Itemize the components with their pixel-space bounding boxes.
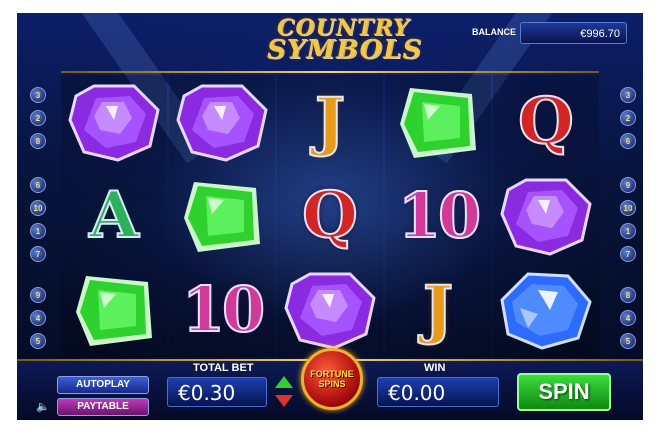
win-label: WIN xyxy=(424,362,446,374)
symbol-q: Q xyxy=(301,178,359,253)
payline-marker[interactable]: 5 xyxy=(620,333,636,349)
reel-cell: A xyxy=(61,169,167,263)
reels-area: A 10 J Q 10 J Q xyxy=(61,75,599,357)
payline-marker[interactable]: 3 xyxy=(620,87,636,103)
payline-marker[interactable]: 7 xyxy=(620,246,636,262)
symbol-j: J xyxy=(422,272,454,347)
payline-marker[interactable]: 6 xyxy=(620,133,636,149)
payline-marker[interactable]: 9 xyxy=(620,177,636,193)
reels-top-border xyxy=(61,71,599,73)
reel-cell xyxy=(169,75,275,169)
payline-marker[interactable]: 1 xyxy=(620,223,636,239)
reel-cell xyxy=(169,169,275,263)
reel-cell: Q xyxy=(493,75,599,169)
symbol-10: 10 xyxy=(397,179,482,252)
payline-marker[interactable]: 7 xyxy=(30,246,46,262)
payline-marker[interactable]: 5 xyxy=(30,333,46,349)
payline-marker[interactable]: 2 xyxy=(30,110,46,126)
balance-value: €996.70 xyxy=(520,22,627,44)
reel-2: 10 xyxy=(169,75,275,357)
fortune-spins-badge[interactable]: FORTUNE SPINS xyxy=(301,348,363,410)
symbol-j: J xyxy=(314,84,346,159)
reel-cell: 10 xyxy=(385,169,491,263)
purple-gem-icon xyxy=(68,84,160,162)
green-gem-icon xyxy=(76,276,152,346)
bet-decrease-icon[interactable] xyxy=(275,395,293,407)
autoplay-button[interactable]: AUTOPLAY xyxy=(57,376,149,394)
reel-cell: 10 xyxy=(169,263,275,357)
paylines-right: 3 2 6 9 10 1 7 8 4 5 xyxy=(620,87,638,349)
balance-label: BALANCE xyxy=(472,27,516,37)
game-logo: COUNTRY SYMBOLS xyxy=(247,13,457,69)
reel-4: 10 J xyxy=(385,75,491,357)
paytable-button[interactable]: PAYTABLE xyxy=(57,398,149,416)
spins-label: SPINS xyxy=(318,379,346,389)
sound-icon[interactable]: 🔈 xyxy=(36,400,50,413)
reel-cell xyxy=(61,263,167,357)
reel-5: Q xyxy=(493,75,599,357)
payline-marker[interactable]: 8 xyxy=(620,287,636,303)
reel-cell xyxy=(493,169,599,263)
payline-marker[interactable]: 8 xyxy=(30,133,46,149)
reel-cell: Q xyxy=(277,169,383,263)
purple-gem-icon xyxy=(176,84,268,162)
purple-gem-icon xyxy=(500,178,592,256)
symbol-10: 10 xyxy=(181,273,266,346)
symbol-a: A xyxy=(88,178,140,253)
win-value: €0.00 xyxy=(377,377,499,407)
payline-marker[interactable]: 6 xyxy=(30,177,46,193)
bet-increase-icon[interactable] xyxy=(275,376,293,388)
payline-marker[interactable]: 4 xyxy=(620,310,636,326)
reel-cell: J xyxy=(277,75,383,169)
logo-line-2: SYMBOLS xyxy=(267,35,423,65)
game-frame: COUNTRY SYMBOLS BALANCE €996.70 A 10 J Q 10 J… xyxy=(17,13,643,420)
payline-marker[interactable]: 2 xyxy=(620,110,636,126)
blue-diamond-icon xyxy=(500,272,592,350)
reel-cell xyxy=(385,75,491,169)
payline-marker[interactable]: 10 xyxy=(620,200,636,216)
total-bet-value: €0.30 xyxy=(167,377,267,407)
reel-cell xyxy=(493,263,599,357)
green-gem-icon xyxy=(184,182,260,252)
reel-1: A xyxy=(61,75,167,357)
payline-marker[interactable]: 10 xyxy=(30,200,46,216)
purple-gem-icon xyxy=(284,272,376,350)
green-gem-icon xyxy=(400,88,476,158)
payline-marker[interactable]: 3 xyxy=(30,87,46,103)
payline-marker[interactable]: 9 xyxy=(30,287,46,303)
payline-marker[interactable]: 1 xyxy=(30,223,46,239)
reel-cell xyxy=(277,263,383,357)
reel-3: JQ xyxy=(277,75,383,357)
balance-panel: BALANCE €996.70 xyxy=(472,18,637,48)
paylines-left: 3 2 8 6 10 1 7 9 4 5 xyxy=(30,87,48,349)
reel-cell: J xyxy=(385,263,491,357)
payline-marker[interactable]: 4 xyxy=(30,310,46,326)
total-bet-label: TOTAL BET xyxy=(193,362,254,374)
symbol-q: Q xyxy=(517,84,575,159)
spin-button[interactable]: SPIN xyxy=(517,373,611,411)
fortune-label: FORTUNE xyxy=(310,369,354,379)
reel-cell xyxy=(61,75,167,169)
